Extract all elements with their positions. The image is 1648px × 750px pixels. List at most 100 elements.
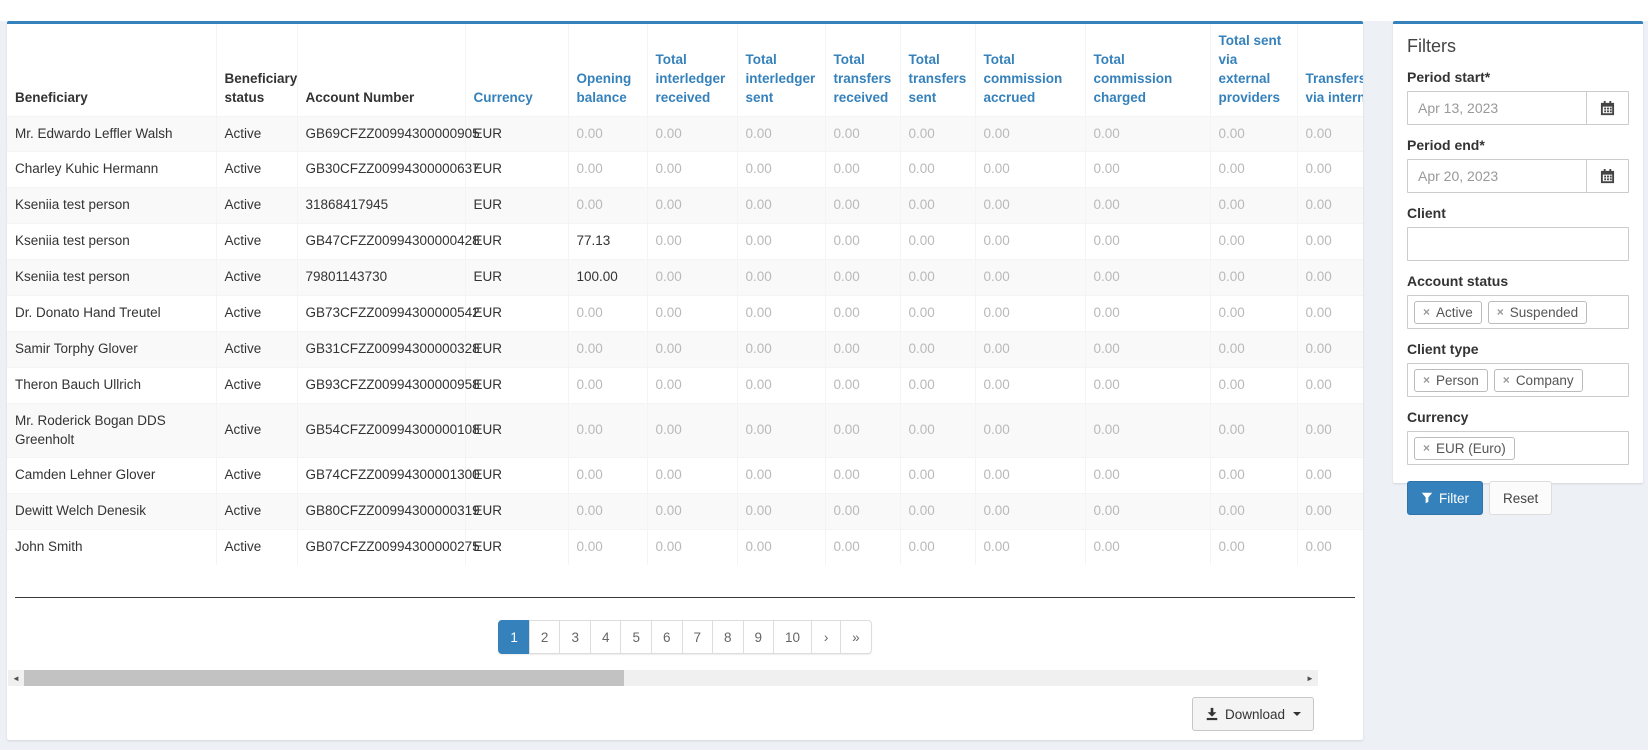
table-cell: 0.00 <box>568 367 647 403</box>
page-button[interactable]: 9 <box>743 620 775 654</box>
selected-tag: ×EUR (Euro) <box>1414 437 1515 460</box>
table-cell: Dewitt Welch Denesik <box>7 494 216 530</box>
client-type-label: Client type <box>1407 341 1629 357</box>
remove-tag-icon[interactable]: × <box>1497 306 1504 318</box>
column-header[interactable]: Total interledger received <box>647 24 737 116</box>
period-end-label: Period end* <box>1407 137 1629 153</box>
page-last-button[interactable]: » <box>840 620 872 654</box>
filter-button[interactable]: Filter <box>1407 481 1483 515</box>
table-cell: GB47CFZZ00994300000428 <box>297 224 465 260</box>
table-cell: 0.00 <box>900 403 975 458</box>
table-cell: 0.00 <box>825 494 900 530</box>
table-cell: Dr. Donato Hand Treutel <box>7 296 216 332</box>
table-cell: GB07CFZZ00994300000275 <box>297 530 465 565</box>
table-row: Mr. Roderick Bogan DDS GreenholtActiveGB… <box>7 403 1363 458</box>
table-cell: Active <box>216 260 297 296</box>
table-cell: 0.00 <box>647 224 737 260</box>
period-end-input[interactable] <box>1408 160 1586 192</box>
currency-select[interactable]: ×EUR (Euro) <box>1407 431 1629 465</box>
period-end-calendar-button[interactable] <box>1586 160 1628 192</box>
scroll-right-arrow-icon[interactable]: ► <box>1302 670 1318 686</box>
table-cell: 0.00 <box>737 116 825 152</box>
table-cell: Active <box>216 331 297 367</box>
table-cell: 0.00 <box>568 188 647 224</box>
page-button[interactable]: 3 <box>559 620 591 654</box>
column-header[interactable]: Total transfers sent <box>900 24 975 116</box>
column-header[interactable]: Total commission accrued <box>975 24 1085 116</box>
column-header[interactable]: Total transfers received <box>825 24 900 116</box>
table-cell: 0.00 <box>975 152 1085 188</box>
table-cell: 0.00 <box>647 530 737 565</box>
table-cell: GB30CFZZ00994300000637 <box>297 152 465 188</box>
table-row: Mr. Edwardo Leffler WalshActiveGB69CFZZ0… <box>7 116 1363 152</box>
remove-tag-icon[interactable]: × <box>1423 442 1430 454</box>
column-header: Beneficiary <box>7 24 216 116</box>
table-cell: 0.00 <box>568 458 647 494</box>
page-button[interactable]: 6 <box>651 620 683 654</box>
client-input[interactable] <box>1407 227 1629 261</box>
table-scroll-area[interactable]: BeneficiaryBeneficiary statusAccount Num… <box>7 24 1363 597</box>
table-cell: 0.00 <box>647 367 737 403</box>
column-header[interactable]: Opening balance <box>568 24 647 116</box>
table-cell: 0.00 <box>568 296 647 332</box>
table-cell: 0.00 <box>975 260 1085 296</box>
table-cell: EUR <box>465 188 568 224</box>
filters-title: Filters <box>1407 36 1629 57</box>
table-row: Kseniia test personActiveGB47CFZZ0099430… <box>7 224 1363 260</box>
table-cell: 0.00 <box>1297 296 1363 332</box>
horizontal-scrollbar[interactable]: ◄ ► <box>8 670 1318 686</box>
table-cell: EUR <box>465 458 568 494</box>
table-cell: 0.00 <box>737 494 825 530</box>
table-cell: Kseniia test person <box>7 224 216 260</box>
selected-tag: ×Suspended <box>1488 301 1587 324</box>
table-cell: EUR <box>465 224 568 260</box>
table-cell: 0.00 <box>825 331 900 367</box>
selected-tag: ×Person <box>1414 369 1488 392</box>
client-type-select[interactable]: ×Person×Company <box>1407 363 1629 397</box>
period-start-input[interactable] <box>1408 92 1586 124</box>
column-header[interactable]: Currency <box>465 24 568 116</box>
table-cell: 0.00 <box>1085 367 1210 403</box>
page-button[interactable]: 4 <box>590 620 622 654</box>
filters-actions: Filter Reset <box>1407 481 1629 515</box>
column-header: Beneficiary status <box>216 24 297 116</box>
remove-tag-icon[interactable]: × <box>1503 374 1510 386</box>
page-button[interactable]: 5 <box>620 620 652 654</box>
table-cell: 0.00 <box>1297 116 1363 152</box>
column-header[interactable]: Total commission charged <box>1085 24 1210 116</box>
table-cell: GB74CFZZ00994300001300 <box>297 458 465 494</box>
reset-button[interactable]: Reset <box>1489 481 1552 515</box>
column-header[interactable]: Total interledger sent <box>737 24 825 116</box>
table-cell: Kseniia test person <box>7 260 216 296</box>
table-cell: EUR <box>465 331 568 367</box>
table-cell: Mr. Edwardo Leffler Walsh <box>7 116 216 152</box>
scrollbar-thumb[interactable] <box>24 670 624 686</box>
page-button[interactable]: 8 <box>712 620 744 654</box>
column-header[interactable]: Transfers received via internal <box>1297 24 1363 116</box>
table-cell: 0.00 <box>900 152 975 188</box>
table-cell: 0.00 <box>647 188 737 224</box>
table-cell: 0.00 <box>825 458 900 494</box>
selected-tag: ×Active <box>1414 301 1482 324</box>
download-button[interactable]: Download <box>1192 697 1314 731</box>
account-status-select[interactable]: ×Active ×Suspended <box>1407 295 1629 329</box>
table-cell: Charley Kuhic Hermann <box>7 152 216 188</box>
column-header[interactable]: Total sent via external providers <box>1210 24 1297 116</box>
page-button[interactable]: 1 <box>498 620 530 654</box>
filter-button-label: Filter <box>1439 491 1469 506</box>
page-button[interactable]: 10 <box>773 620 812 654</box>
table-cell: 0.00 <box>737 260 825 296</box>
table-cell: GB31CFZZ00994300000328 <box>297 331 465 367</box>
scroll-left-arrow-icon[interactable]: ◄ <box>8 670 24 686</box>
table-cell: 0.00 <box>647 458 737 494</box>
period-start-calendar-button[interactable] <box>1586 92 1628 124</box>
remove-tag-icon[interactable]: × <box>1423 374 1430 386</box>
remove-tag-icon[interactable]: × <box>1423 306 1430 318</box>
table-cell: 0.00 <box>1210 494 1297 530</box>
table-cell: Active <box>216 224 297 260</box>
page-next-button[interactable]: › <box>811 620 841 654</box>
column-header: Account Number <box>297 24 465 116</box>
page: BeneficiaryBeneficiary statusAccount Num… <box>0 0 1648 750</box>
page-button[interactable]: 7 <box>682 620 714 654</box>
page-button[interactable]: 2 <box>529 620 561 654</box>
